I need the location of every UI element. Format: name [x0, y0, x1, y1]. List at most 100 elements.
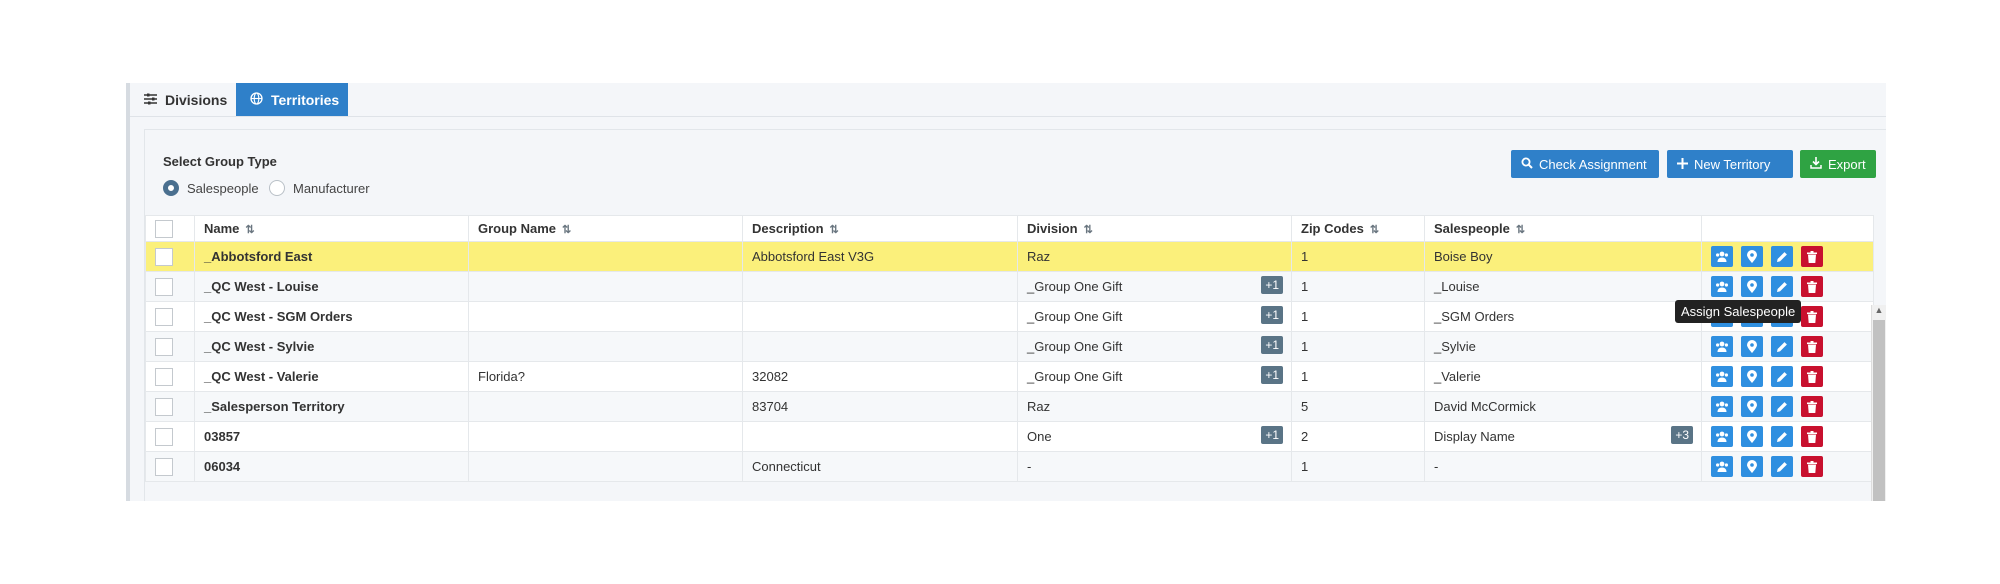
check-assignment-button[interactable]: Check Assignment [1511, 150, 1659, 178]
table-row[interactable]: _QC West - Sylvie _Group One Gift +1 1 _Sylv… [145, 331, 1874, 362]
sort-asc-icon[interactable]: ⇅ [245, 224, 254, 236]
export-button[interactable]: Export [1800, 150, 1876, 178]
plus-icon [1677, 157, 1688, 172]
cell-actions [1701, 271, 1874, 302]
row-checkbox[interactable] [155, 457, 173, 476]
delete-territory-button[interactable] [1801, 336, 1823, 357]
delete-territory-button[interactable] [1801, 246, 1823, 267]
cell-actions [1701, 361, 1874, 392]
radio-salespeople[interactable]: Salespeople [163, 180, 259, 196]
tab-territories[interactable]: Territories [236, 83, 348, 116]
map-zip-codes-button[interactable] [1741, 246, 1763, 267]
division-more-badge[interactable]: +1 [1261, 366, 1283, 384]
row-checkbox[interactable] [155, 307, 173, 326]
radio-manufacturer-dot[interactable] [269, 180, 285, 196]
edit-territory-button[interactable] [1771, 276, 1793, 297]
row-checkbox[interactable] [155, 367, 173, 386]
territories-frame: Divisions Territories Select Group Type … [126, 83, 1886, 501]
tab-divisions[interactable]: Divisions [130, 83, 236, 116]
map-zip-codes-button[interactable] [1741, 426, 1763, 447]
assign-salespeople-button[interactable] [1711, 276, 1733, 297]
division-value: _Group One Gift [1027, 369, 1123, 384]
table-row[interactable]: _Abbotsford East Abbotsford East V3G Raz 1 B… [145, 241, 1874, 272]
assign-salespeople-button[interactable] [1711, 336, 1733, 357]
map-zip-codes-button[interactable] [1741, 396, 1763, 417]
division-more-badge[interactable]: +1 [1261, 336, 1283, 354]
delete-territory-button[interactable] [1801, 396, 1823, 417]
assign-salespeople-button[interactable] [1711, 396, 1733, 417]
sort-icon[interactable]: ⇅ [1370, 224, 1379, 236]
map-zip-codes-button[interactable] [1741, 276, 1763, 297]
cell-group-name [468, 451, 743, 482]
division-more-badge[interactable]: +1 [1261, 306, 1283, 324]
col-group-name[interactable]: Group Name ⇅ [468, 215, 743, 242]
trash-icon [1807, 460, 1817, 473]
assign-salespeople-button[interactable] [1711, 456, 1733, 477]
salespeople-more-badge[interactable]: +3 [1671, 426, 1693, 444]
check-assignment-label: Check Assignment [1539, 156, 1647, 172]
sort-icon[interactable]: ⇅ [1516, 224, 1525, 236]
cell-description [742, 421, 1018, 452]
row-checkbox[interactable] [155, 397, 173, 416]
row-checkbox[interactable] [155, 427, 173, 446]
col-division[interactable]: Division ⇅ [1017, 215, 1292, 242]
delete-territory-button[interactable] [1801, 366, 1823, 387]
scroll-up-icon[interactable]: ▲ [1872, 305, 1886, 319]
cell-name: 03857 [194, 421, 469, 452]
col-zip-codes[interactable]: Zip Codes ⇅ [1291, 215, 1425, 242]
new-territory-button[interactable]: New Territory [1667, 150, 1793, 178]
col-salespeople[interactable]: Salespeople ⇅ [1424, 215, 1702, 242]
edit-territory-button[interactable] [1771, 336, 1793, 357]
table-row[interactable]: _QC West - SGM Orders _Group One Gift +1 1 _… [145, 301, 1874, 332]
table-row[interactable]: _QC West - Valerie Florida? 32082 _Group On… [145, 361, 1874, 392]
assign-salespeople-button[interactable] [1711, 426, 1733, 447]
edit-territory-button[interactable] [1771, 246, 1793, 267]
select-all-cell [145, 215, 195, 242]
map-pin-icon [1747, 280, 1757, 293]
table-row[interactable]: 06034 Connecticut -1- [145, 451, 1874, 482]
row-checkbox[interactable] [155, 247, 173, 266]
row-select-cell [145, 241, 195, 272]
assign-salespeople-button[interactable] [1711, 366, 1733, 387]
table-row[interactable]: _Salesperson Territory 83704 Raz 5 David McC… [145, 391, 1874, 422]
sort-icon[interactable]: ⇅ [562, 224, 571, 236]
radio-manufacturer[interactable]: Manufacturer [269, 180, 370, 196]
table-scrollbar[interactable]: ▲ [1871, 305, 1886, 501]
delete-territory-button[interactable] [1801, 426, 1823, 447]
edit-territory-button[interactable] [1771, 456, 1793, 477]
cell-division: Raz [1017, 241, 1292, 272]
row-select-cell [145, 451, 195, 482]
download-icon [1810, 156, 1822, 172]
delete-territory-button[interactable] [1801, 306, 1823, 327]
edit-territory-button[interactable] [1771, 366, 1793, 387]
map-zip-codes-button[interactable] [1741, 336, 1763, 357]
users-icon [1716, 341, 1728, 352]
sort-icon[interactable]: ⇅ [830, 224, 839, 236]
table-row[interactable]: 03857 One +1 2 Display Name +3 [145, 421, 1874, 452]
select-all-checkbox[interactable] [155, 219, 173, 238]
division-more-badge[interactable]: +1 [1261, 426, 1283, 444]
edit-territory-button[interactable] [1771, 426, 1793, 447]
sort-icon[interactable]: ⇅ [1084, 224, 1093, 236]
col-description[interactable]: Description ⇅ [742, 215, 1018, 242]
table-row[interactable]: _QC West - Louise _Group One Gift +1 1 _Loui… [145, 271, 1874, 302]
map-zip-codes-button[interactable] [1741, 366, 1763, 387]
map-zip-codes-button[interactable] [1741, 456, 1763, 477]
delete-territory-button[interactable] [1801, 276, 1823, 297]
col-division-label: Division [1027, 221, 1078, 236]
cell-division: _Group One Gift +1 [1017, 361, 1292, 392]
row-checkbox[interactable] [155, 337, 173, 356]
scrollbar-thumb[interactable] [1873, 320, 1885, 501]
radio-salespeople-dot[interactable] [163, 180, 179, 196]
division-more-badge[interactable]: +1 [1261, 276, 1283, 294]
col-description-label: Description [752, 221, 824, 236]
cell-zip-codes: 1 [1291, 301, 1425, 332]
edit-territory-button[interactable] [1771, 396, 1793, 417]
assign-salespeople-button[interactable] [1711, 246, 1733, 267]
delete-territory-button[interactable] [1801, 456, 1823, 477]
map-pin-icon [1747, 250, 1757, 263]
col-name[interactable]: Name ⇅ [194, 215, 469, 242]
row-checkbox[interactable] [155, 277, 173, 296]
col-name-label: Name [204, 221, 240, 236]
row-select-cell [145, 391, 195, 422]
